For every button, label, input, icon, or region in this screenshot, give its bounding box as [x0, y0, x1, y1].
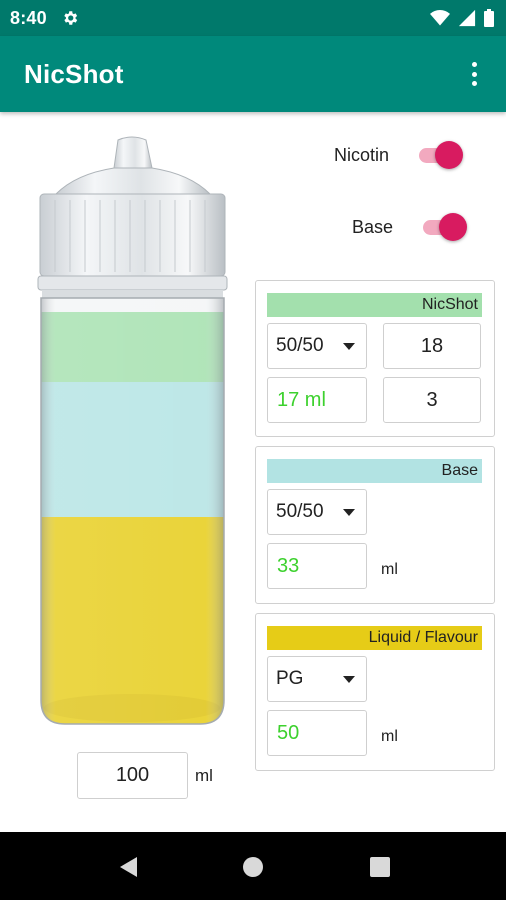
status-icons [430, 9, 494, 27]
nicshot-ratio-value: 50/50 [276, 335, 324, 356]
base-toggle-row: Base [352, 212, 469, 242]
base-volume-value: 33 [267, 543, 367, 589]
nicshot-ratio-select[interactable]: 50/50 [267, 323, 367, 369]
nicotin-label: Nicotin [334, 144, 390, 165]
app-bar: NicShot [0, 36, 506, 112]
cell-signal-icon [458, 9, 476, 27]
overflow-menu-icon[interactable] [462, 59, 486, 89]
nicshot-target-input[interactable]: 3 [383, 377, 481, 423]
back-icon[interactable] [113, 852, 143, 882]
flavour-volume-unit: ml [381, 728, 398, 745]
flavour-header: Liquid / Flavour [267, 626, 482, 650]
base-ratio-dropdown-icon [343, 509, 355, 516]
base-card: Base 50/50 33 ml [255, 446, 495, 604]
flavour-type-select[interactable]: PG [267, 656, 367, 702]
bottle-cap [39, 193, 226, 277]
nicshot-ratio-dropdown-icon [343, 343, 355, 350]
status-time: 8:40 [10, 7, 47, 28]
base-switch[interactable] [419, 212, 469, 242]
app-title: NicShot [24, 58, 124, 89]
flavour-card: Liquid / Flavour PG 50 ml [255, 613, 495, 771]
settings-gear-icon [64, 11, 78, 25]
wifi-icon [430, 10, 450, 26]
bottle-illustration [37, 136, 228, 725]
base-toggle-label: Base [352, 216, 394, 237]
base-header: Base [267, 459, 482, 483]
nicotin-toggle-row: Nicotin [334, 140, 465, 170]
battery-icon [484, 9, 494, 27]
total-volume-unit: ml [195, 766, 213, 785]
nicshot-strength-input[interactable]: 18 [383, 323, 481, 369]
status-bar: 8:40 [0, 0, 506, 36]
nicshot-volume-value: 17 ml [267, 377, 367, 423]
flavour-type-value: PG [276, 668, 304, 689]
navigation-bar [0, 832, 506, 900]
base-ratio-value: 50/50 [276, 501, 324, 522]
total-volume-input[interactable]: 100 [77, 752, 188, 799]
nicshot-card: NicShot 50/50 18 17 ml 3 [255, 280, 495, 437]
home-icon[interactable] [238, 852, 268, 882]
flavour-volume-value: 50 [267, 710, 367, 756]
flavour-type-dropdown-icon [343, 676, 355, 683]
base-ratio-select[interactable]: 50/50 [267, 489, 367, 535]
nicotin-switch[interactable] [415, 140, 465, 170]
recents-icon[interactable] [365, 852, 395, 882]
base-volume-unit: ml [381, 561, 398, 578]
bottle-nozzle [113, 136, 153, 169]
nicshot-header: NicShot [267, 293, 482, 317]
